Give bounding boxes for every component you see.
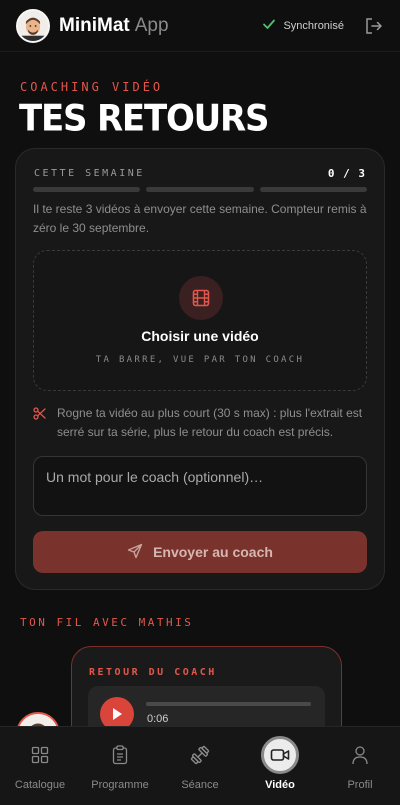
check-icon xyxy=(262,17,276,34)
section-eyebrow: COACHING VIDÉO xyxy=(20,80,164,94)
choose-video-label: Choisir une vidéo xyxy=(141,328,259,344)
film-icon xyxy=(179,276,223,320)
brand-name: MiniMat xyxy=(59,14,130,36)
coach-note-placeholder: Un mot pour le coach (optionnel)… xyxy=(46,469,264,485)
coach-note-input[interactable]: Un mot pour le coach (optionnel)… xyxy=(33,456,367,516)
nav-item-profil[interactable]: Profil xyxy=(320,727,400,805)
week-label: CETTE SEMAINE xyxy=(34,168,145,179)
bottom-nav: Catalogue Programme Séance Vidéo Profil xyxy=(0,726,400,805)
weekly-quota-progress xyxy=(33,187,367,192)
send-label: Envoyer au coach xyxy=(153,544,273,560)
grid-icon xyxy=(28,743,52,767)
quota-segment xyxy=(259,187,367,192)
user-avatar-icon[interactable] xyxy=(16,8,50,43)
clipboard-icon xyxy=(108,743,132,767)
logout-icon[interactable] xyxy=(364,16,384,36)
nav-label: Profil xyxy=(347,779,373,791)
upload-card: CETTE SEMAINE 0 / 3 Il te reste 3 vidéos… xyxy=(15,148,385,590)
send-icon xyxy=(127,543,143,562)
scissors-icon xyxy=(33,404,47,442)
nav-item-programme[interactable]: Programme xyxy=(80,727,160,805)
sync-status: Synchronisé xyxy=(262,17,344,34)
page-title: TES RETOURS xyxy=(19,97,270,141)
nav-item-seance[interactable]: Séance xyxy=(160,727,240,805)
nav-label: Vidéo xyxy=(265,779,295,791)
nav-item-catalogue[interactable]: Catalogue xyxy=(0,727,80,805)
send-to-coach-button[interactable]: Envoyer au coach xyxy=(33,531,367,573)
video-camera-icon xyxy=(261,736,299,774)
audio-progress-track[interactable] xyxy=(146,702,311,706)
nav-label: Catalogue xyxy=(14,779,66,791)
dumbbell-icon xyxy=(188,743,212,767)
user-icon xyxy=(348,743,372,767)
nav-label: Séance xyxy=(181,779,219,791)
nav-item-video[interactable]: Vidéo xyxy=(240,727,320,805)
app-title: MiniMat App xyxy=(59,15,169,37)
trim-tip: Rogne ta vidéo au plus court (30 s max) … xyxy=(33,404,369,442)
brand-suffix: App xyxy=(134,14,169,36)
choose-video-dropzone[interactable]: Choisir une vidéo TA BARRE, VUE PAR TON … xyxy=(33,250,367,391)
week-count: 0 / 3 xyxy=(327,167,366,180)
choose-video-subtitle: TA BARRE, VUE PAR TON COACH xyxy=(95,355,305,365)
app-header: MiniMat App Synchronisé xyxy=(0,0,400,52)
quota-segment xyxy=(33,187,141,192)
quota-segment xyxy=(146,187,254,192)
coach-feedback-label: RETOUR DU COACH xyxy=(89,667,217,678)
audio-duration: 0:06 xyxy=(147,713,169,725)
quota-text: Il te reste 3 vidéos à envoyer cette sem… xyxy=(33,202,367,235)
sync-label: Synchronisé xyxy=(283,19,344,32)
nav-label: Programme xyxy=(91,779,149,791)
thread-label: TON FIL AVEC MATHIS xyxy=(20,616,194,629)
trim-tip-text: Rogne ta vidéo au plus court (30 s max) … xyxy=(57,406,363,439)
